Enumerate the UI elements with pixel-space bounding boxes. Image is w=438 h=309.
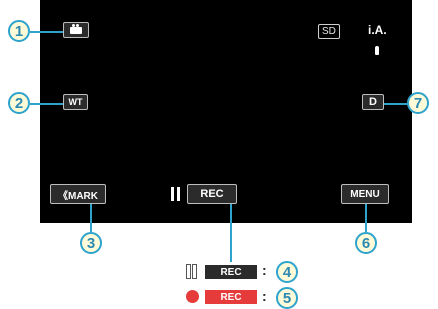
pause-icon <box>171 187 181 201</box>
legend-separator: : <box>262 288 267 304</box>
callout-2: 2 <box>8 92 30 114</box>
rec-paused-badge: REC <box>205 265 257 279</box>
callout-4-line <box>230 204 232 262</box>
red-dot-icon <box>186 290 199 303</box>
callout-7-line <box>384 103 408 105</box>
callout-3: 3 <box>80 232 102 254</box>
callout-5: 5 <box>276 287 298 309</box>
movie-camera-icon <box>70 23 82 34</box>
wide-tele-button[interactable]: WT <box>63 94 88 110</box>
person-icon <box>375 46 379 55</box>
mark-button[interactable]: 《MARK <box>50 184 106 204</box>
callout-4: 4 <box>276 261 298 283</box>
callout-6: 6 <box>355 232 377 254</box>
callout-6-line <box>365 204 367 232</box>
callout-3-line <box>90 204 92 232</box>
sd-card-indicator: SD <box>318 24 340 39</box>
pause-legend-icon <box>186 264 198 279</box>
callout-2-line <box>30 103 63 105</box>
camera-screen: SD i.A. WT D 《MARK REC MENU <box>40 0 412 223</box>
callout-1: 1 <box>8 20 30 42</box>
intelligent-auto-indicator: i.A. <box>368 23 387 37</box>
callout-7: 7 <box>407 92 429 114</box>
callout-1-line <box>30 31 63 33</box>
display-button[interactable]: D <box>362 94 384 110</box>
legend-separator: : <box>262 262 267 278</box>
menu-button[interactable]: MENU <box>341 184 389 204</box>
rec-button[interactable]: REC <box>187 184 237 204</box>
rec-active-badge: REC <box>205 290 257 304</box>
mode-button[interactable] <box>63 22 89 38</box>
